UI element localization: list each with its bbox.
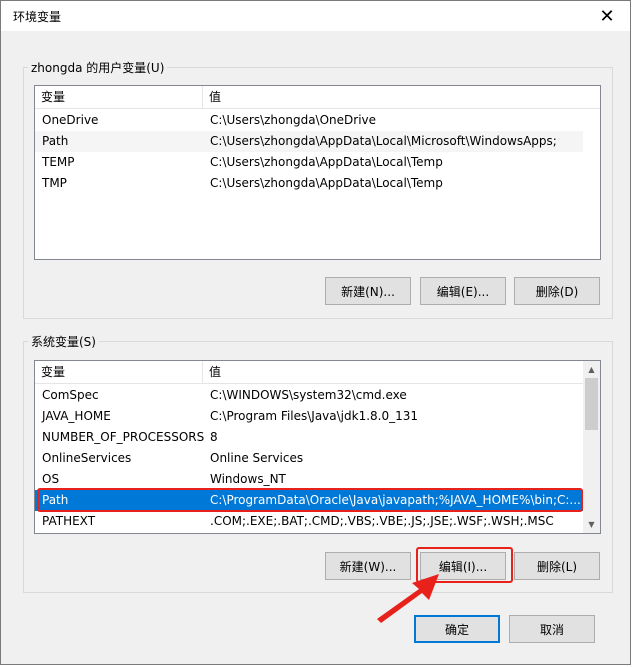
environment-variables-dialog: 环境变量 ✕ zhongda 的用户变量(U) 变量 值 OneDrive C:\… [0, 0, 631, 665]
cancel-button[interactable]: 取消 [509, 615, 595, 643]
annotation-arrow-icon [377, 574, 439, 623]
ok-button[interactable]: 确定 [414, 615, 500, 643]
